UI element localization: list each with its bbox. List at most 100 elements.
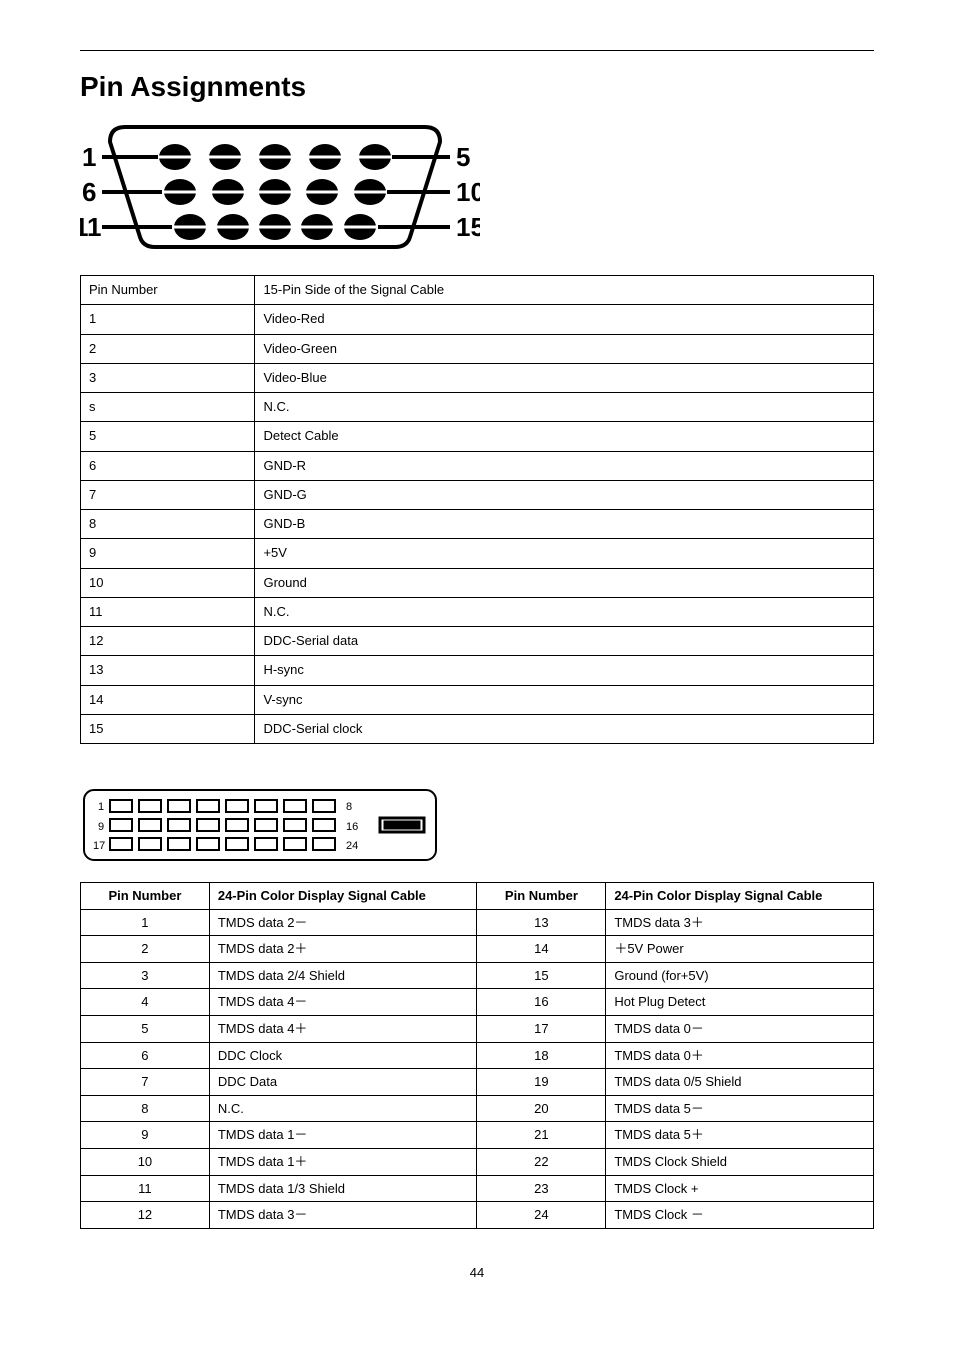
signal-cell: TMDS data 5－ bbox=[606, 1095, 874, 1122]
pin-number-cell: 10 bbox=[81, 568, 255, 597]
signal-cell: Ground bbox=[255, 568, 874, 597]
signal-cell: TMDS data 0＋ bbox=[606, 1042, 874, 1069]
signal-cell: Video-Green bbox=[255, 334, 874, 363]
signal-cell: DDC-Serial data bbox=[255, 627, 874, 656]
table-row: 12DDC-Serial data bbox=[81, 627, 874, 656]
signal-cell: TMDS data 4－ bbox=[209, 989, 477, 1016]
signal-cell: TMDS data 5＋ bbox=[606, 1122, 874, 1149]
table-row: 5TMDS data 4＋17TMDS data 0－ bbox=[81, 1015, 874, 1042]
signal-cell: TMDS Clock － bbox=[606, 1202, 874, 1229]
page-body: Pin Assignments bbox=[0, 71, 954, 1310]
header-signal-right: 24-Pin Color Display Signal Cable bbox=[606, 883, 874, 910]
pin-number-cell: 1 bbox=[81, 305, 255, 334]
pin-number-cell: 15 bbox=[477, 962, 606, 989]
vga-label-6: 6 bbox=[82, 177, 96, 207]
signal-cell: DDC-Serial clock bbox=[255, 714, 874, 743]
pin-number-cell: 2 bbox=[81, 334, 255, 363]
table-row: 2TMDS data 2＋14＋5V Power bbox=[81, 936, 874, 963]
signal-cell: +5V bbox=[255, 539, 874, 568]
table-row: 14V-sync bbox=[81, 685, 874, 714]
signal-cell: V-sync bbox=[255, 685, 874, 714]
pin-number-cell: 5 bbox=[81, 422, 255, 451]
pin-number-cell: 11 bbox=[81, 1175, 210, 1202]
pin-number-cell: 9 bbox=[81, 539, 255, 568]
dvi-label-1: 1 bbox=[98, 801, 104, 813]
pin-number-cell: 22 bbox=[477, 1148, 606, 1175]
pin-number-cell: 8 bbox=[81, 1095, 210, 1122]
pin-number-cell: 8 bbox=[81, 510, 255, 539]
pin-number-cell: 21 bbox=[477, 1122, 606, 1149]
pin-number-cell: 20 bbox=[477, 1095, 606, 1122]
pin-number-cell: 3 bbox=[81, 363, 255, 392]
table-row: 8GND-B bbox=[81, 510, 874, 539]
pin-number-cell: 11 bbox=[81, 597, 255, 626]
signal-cell: Detect Cable bbox=[255, 422, 874, 451]
signal-cell: TMDS data 2/4 Shield bbox=[209, 962, 477, 989]
vga-label-10: 10 bbox=[456, 177, 480, 207]
pin-number-cell: 17 bbox=[477, 1015, 606, 1042]
pin-number-cell: 7 bbox=[81, 480, 255, 509]
signal-cell: TMDS data 1＋ bbox=[209, 1148, 477, 1175]
header-pin-number-left: Pin Number bbox=[81, 883, 210, 910]
pin-number-cell: 13 bbox=[477, 909, 606, 936]
signal-cell: GND-R bbox=[255, 451, 874, 480]
signal-cell: TMDS Clock + bbox=[606, 1175, 874, 1202]
signal-cell: H-sync bbox=[255, 656, 874, 685]
dvi-label-16: 16 bbox=[346, 821, 358, 833]
signal-cell: Hot Plug Detect bbox=[606, 989, 874, 1016]
signal-cell: Ground (for+5V) bbox=[606, 962, 874, 989]
signal-cell: N.C. bbox=[255, 597, 874, 626]
pin-number-cell: 10 bbox=[81, 1148, 210, 1175]
table-row: 4TMDS data 4－16Hot Plug Detect bbox=[81, 989, 874, 1016]
header-pin-number-right: Pin Number bbox=[477, 883, 606, 910]
table-row: 1TMDS data 2－13TMDS data 3＋ bbox=[81, 909, 874, 936]
pin-number-cell: 13 bbox=[81, 656, 255, 685]
signal-cell: N.C. bbox=[255, 393, 874, 422]
table-row: 9+5V bbox=[81, 539, 874, 568]
signal-cell: TMDS data 3－ bbox=[209, 1202, 477, 1229]
header-signal-left: 24-Pin Color Display Signal Cable bbox=[209, 883, 477, 910]
dvi-pin-table: Pin Number 24-Pin Color Display Signal C… bbox=[80, 882, 874, 1229]
signal-cell: TMDS data 1/3 Shield bbox=[209, 1175, 477, 1202]
pin-number-cell: 19 bbox=[477, 1069, 606, 1096]
vga-label-1: 1 bbox=[82, 142, 96, 172]
table-row: 13H-sync bbox=[81, 656, 874, 685]
signal-cell: ＋5V Power bbox=[606, 936, 874, 963]
signal-cell: Video-Blue bbox=[255, 363, 874, 392]
signal-cell: TMDS data 2＋ bbox=[209, 936, 477, 963]
signal-cell: GND-G bbox=[255, 480, 874, 509]
dvi-label-24: 24 bbox=[346, 840, 358, 852]
table-row: 8N.C.20TMDS data 5－ bbox=[81, 1095, 874, 1122]
pin-number-cell: 16 bbox=[477, 989, 606, 1016]
header-pin-number: Pin Number bbox=[81, 276, 255, 305]
pin-number-cell: 12 bbox=[81, 1202, 210, 1229]
pin-number-cell: 4 bbox=[81, 989, 210, 1016]
pin-number-cell: 18 bbox=[477, 1042, 606, 1069]
table-row: 6DDC Clock18TMDS data 0＋ bbox=[81, 1042, 874, 1069]
table-row: 10Ground bbox=[81, 568, 874, 597]
signal-cell: TMDS data 1－ bbox=[209, 1122, 477, 1149]
vga-connector-diagram: 1 6 11 5 10 15 bbox=[80, 117, 480, 257]
table-row: 2Video-Green bbox=[81, 334, 874, 363]
dvi-label-17: 17 bbox=[93, 840, 105, 852]
pin-number-cell: 7 bbox=[81, 1069, 210, 1096]
pin-number-cell: 5 bbox=[81, 1015, 210, 1042]
pin-number-cell: 6 bbox=[81, 1042, 210, 1069]
signal-cell: DDC Data bbox=[209, 1069, 477, 1096]
dvi-connector-diagram: 1 8 9 16 17 24 bbox=[80, 786, 440, 864]
pin-number-cell: 23 bbox=[477, 1175, 606, 1202]
table-row: 5Detect Cable bbox=[81, 422, 874, 451]
signal-cell: TMDS data 3＋ bbox=[606, 909, 874, 936]
pin-number-cell: 14 bbox=[477, 936, 606, 963]
signal-cell: DDC Clock bbox=[209, 1042, 477, 1069]
signal-cell: N.C. bbox=[209, 1095, 477, 1122]
pin-number-cell: 3 bbox=[81, 962, 210, 989]
table-row: 7GND-G bbox=[81, 480, 874, 509]
pin-number-cell: 1 bbox=[81, 909, 210, 936]
signal-cell: Video-Red bbox=[255, 305, 874, 334]
dvi-label-9: 9 bbox=[98, 821, 104, 833]
vga-label-15: 15 bbox=[456, 212, 480, 242]
signal-cell: TMDS Clock Shield bbox=[606, 1148, 874, 1175]
page-number: 44 bbox=[80, 1265, 874, 1280]
pin-number-cell: 9 bbox=[81, 1122, 210, 1149]
